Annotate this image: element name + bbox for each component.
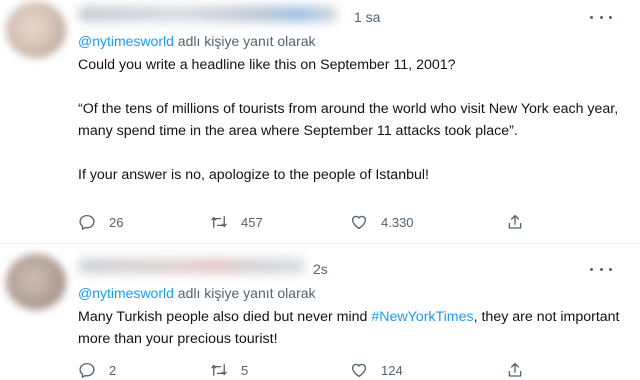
action-bar: 2 5 124 bbox=[78, 360, 538, 380]
timestamp[interactable]: 2s bbox=[313, 261, 328, 277]
tweet-paragraph: If your answer is no, apologize to the p… bbox=[78, 167, 429, 183]
reply-count: 26 bbox=[109, 214, 124, 230]
like-count: 124 bbox=[381, 362, 403, 378]
like-button[interactable]: 124 bbox=[350, 360, 403, 380]
tweet[interactable]: 1 sa @nytimesworld adlı kişiye yanıt ola… bbox=[0, 0, 640, 244]
tweet-text: Many Turkish people also died but never … bbox=[78, 306, 623, 350]
reply-icon bbox=[79, 214, 95, 231]
share-icon bbox=[508, 214, 522, 229]
replying-to: @nytimesworld adlı kişiye yanıt olarak bbox=[78, 33, 316, 49]
reply-button[interactable]: 26 bbox=[78, 212, 123, 232]
hashtag-link[interactable]: #NewYorkTimes bbox=[371, 309, 473, 325]
heart-icon bbox=[351, 215, 367, 230]
retweet-button[interactable]: 5 bbox=[210, 360, 248, 380]
like-count: 4.330 bbox=[381, 214, 414, 230]
retweet-count: 5 bbox=[241, 362, 249, 378]
blurred-username bbox=[78, 6, 338, 22]
replying-to: @nytimesworld adlı kişiye yanıt olarak bbox=[78, 285, 316, 301]
more-options-icon[interactable] bbox=[590, 10, 612, 24]
retweet-count: 457 bbox=[241, 214, 263, 230]
like-button[interactable]: 4.330 bbox=[350, 212, 414, 232]
reply-suffix: adlı kişiye yanıt olarak bbox=[173, 33, 316, 49]
more-options-icon[interactable] bbox=[590, 262, 612, 276]
retweet-button[interactable]: 457 bbox=[210, 212, 263, 232]
reply-icon bbox=[79, 362, 95, 379]
retweet-icon bbox=[211, 216, 227, 228]
avatar[interactable] bbox=[6, 254, 66, 310]
share-button[interactable] bbox=[506, 360, 524, 380]
reply-handle-link[interactable]: @nytimesworld bbox=[78, 285, 174, 301]
tweet-paragraph: “Of the tens of millions of tourists fro… bbox=[78, 101, 619, 139]
reply-suffix: adlı kişiye yanıt olarak bbox=[173, 285, 316, 301]
tweet-text: Could you write a headline like this on … bbox=[78, 54, 623, 186]
tweet-paragraph: Could you write a headline like this on … bbox=[78, 57, 456, 73]
share-icon bbox=[508, 362, 522, 377]
text-segment: Many Turkish people also died but never … bbox=[78, 309, 372, 325]
heart-icon bbox=[351, 363, 367, 378]
action-bar: 26 457 4.330 bbox=[78, 212, 538, 232]
retweet-icon bbox=[211, 364, 227, 376]
tweet[interactable]: 2s @nytimesworld adlı kişiye yanıt olara… bbox=[0, 244, 640, 379]
reply-handle-link[interactable]: @nytimesworld bbox=[78, 33, 174, 49]
share-button[interactable] bbox=[506, 212, 524, 232]
reply-button[interactable]: 2 bbox=[78, 360, 116, 380]
blurred-username bbox=[78, 258, 306, 274]
reply-count: 2 bbox=[109, 362, 117, 378]
avatar[interactable] bbox=[6, 2, 66, 58]
tweet-paragraph: Many Turkish people also died but never … bbox=[78, 306, 623, 350]
timestamp[interactable]: 1 sa bbox=[354, 9, 380, 25]
